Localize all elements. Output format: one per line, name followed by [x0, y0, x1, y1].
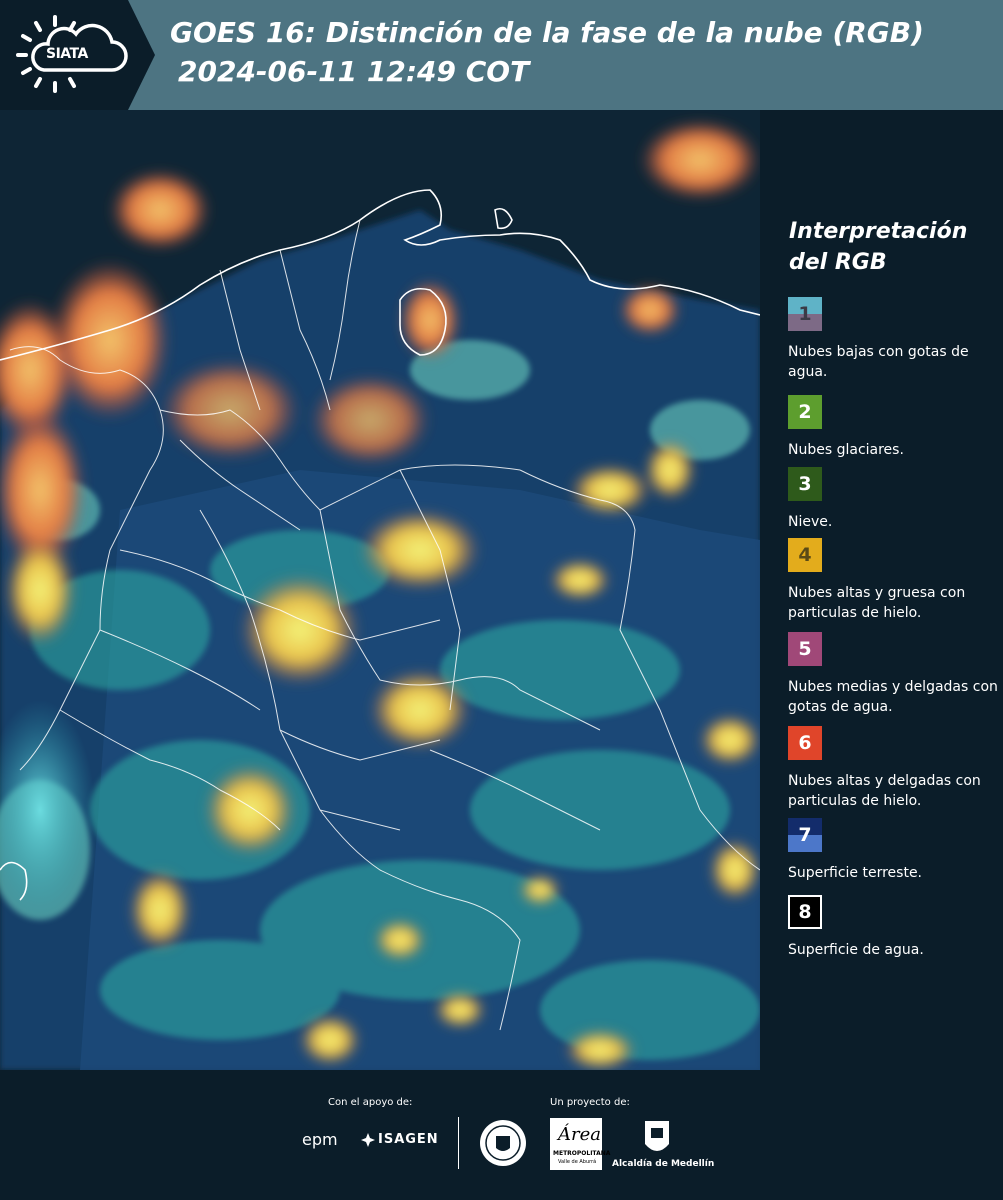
footer-divider [458, 1117, 459, 1169]
university-seal-icon [480, 1120, 526, 1166]
legend-swatch-3: 3 [788, 467, 822, 501]
page-title: GOES 16: Distinción de la fase de la nub… [170, 16, 924, 49]
legend-label-2: Nubes glaciares. [788, 442, 904, 458]
legend-label-4: Nubes altas y gruesa con particulas de h… [788, 585, 966, 621]
epm-logo: epm [302, 1130, 338, 1149]
legend-label-3: Nieve. [788, 514, 833, 530]
isagen-icon [361, 1133, 375, 1147]
satellite-map [0, 110, 760, 1070]
area-logo-subtext: METROPOLITANA [553, 1150, 611, 1157]
rgb-legend: Interpretación del RGB 1 Nubes bajas con… [775, 110, 1003, 1070]
medellin-shield-icon [645, 1121, 669, 1151]
page-timestamp: 2024-06-11 12:49 COT [178, 55, 530, 88]
legend-swatch-4: 4 [788, 538, 822, 572]
project-label: Un proyecto de: [550, 1097, 630, 1108]
legend-title-line2: del RGB [789, 250, 887, 275]
legend-swatch-7: 7 [788, 818, 822, 852]
footer: Con el apoyo de: Un proyecto de: epm ISA… [0, 1070, 1003, 1200]
legend-label-8: Superficie de agua. [788, 942, 924, 958]
isagen-logo: ISAGEN [378, 1132, 439, 1147]
legend-swatch-5: 5 [788, 632, 822, 666]
area-logo-subtext2: Valle de Aburrá [558, 1159, 597, 1165]
support-label: Con el apoyo de: [328, 1097, 413, 1108]
area-metropolitana-logo: Área METROPOLITANA Valle de Aburrá [550, 1118, 610, 1170]
legend-label-7: Superficie terreste. [788, 865, 923, 881]
legend-swatch-8: 8 [788, 895, 822, 929]
legend-title-line1: Interpretación [789, 219, 968, 244]
legend-title: Interpretación del RGB [789, 216, 999, 278]
medellin-logo-text: Alcaldía de Medellín [612, 1159, 715, 1169]
legend-swatch-2: 2 [788, 395, 822, 429]
legend-label-1: Nubes bajas con gotas de agua. [788, 344, 969, 380]
satellite-map-image [0, 110, 760, 1070]
header-bar: SIATA GOES 16: Distinción de la fase de … [0, 0, 1003, 110]
legend-label-6: Nubes altas y delgadas con particulas de… [788, 773, 981, 809]
siata-logo-text: SIATA [46, 46, 88, 62]
area-logo-text: Área [558, 1124, 601, 1145]
legend-swatch-1: 1 [788, 297, 822, 331]
legend-label-5: Nubes medias y delgadas con gotas de agu… [788, 679, 998, 715]
legend-swatch-6: 6 [788, 726, 822, 760]
siata-logo: SIATA [0, 0, 155, 110]
